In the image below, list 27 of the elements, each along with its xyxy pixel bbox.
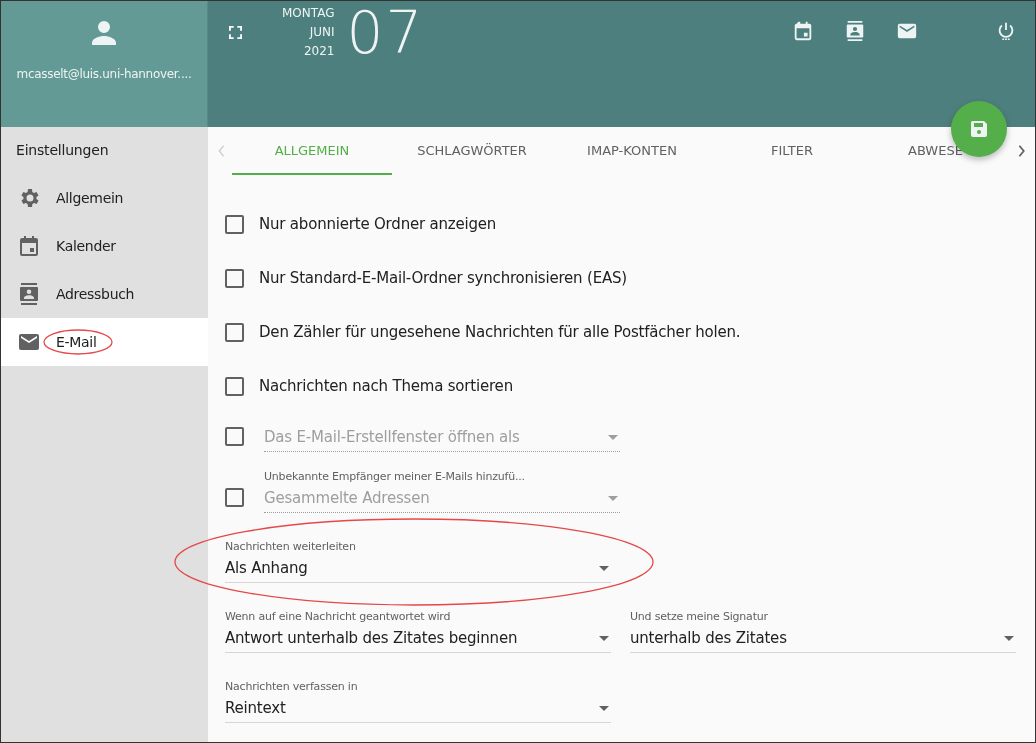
month: JUNI xyxy=(309,24,335,41)
sidebar-item[interactable]: Adressbuch xyxy=(1,270,208,318)
sidebar-title: Einstellungen xyxy=(15,141,110,160)
field-label: Unbekannte Empfänger meiner E-Mails hinzufü... xyxy=(264,470,526,483)
field-label: Nachrichten weiterleiten xyxy=(225,540,357,553)
select-field[interactable]: Reintext xyxy=(225,699,611,723)
field-label: Wenn auf eine Nachricht geantwortet wird xyxy=(225,610,452,623)
tab[interactable]: IMAP-KONTEN xyxy=(552,127,712,175)
account-email: mcasselt@luis.uni-hannover.... xyxy=(16,67,192,81)
field-label: Nachrichten verfassen in xyxy=(225,680,359,693)
sidebar-item[interactable]: E-Mail xyxy=(1,318,208,366)
checkbox-label: Nur abonnierte Ordner anzeigen xyxy=(259,215,497,233)
day-number: 07 xyxy=(346,3,425,63)
tab[interactable]: FILTER xyxy=(712,127,872,175)
sidebar-item[interactable]: Kalender xyxy=(1,222,208,270)
tab[interactable]: SCHLAGWÖRTER xyxy=(392,127,552,175)
field-label: Und setze meine Signatur xyxy=(630,610,769,623)
tab[interactable]: ABWESE xyxy=(872,127,1032,175)
checkbox-label: Nur Standard-E-Mail-Ordner synchronisieren (EAS) xyxy=(259,269,627,287)
checkbox-label: Nachrichten nach Thema sortieren xyxy=(259,377,513,395)
select-field[interactable]: Antwort unterhalb des Zitates beginnen xyxy=(225,629,611,653)
select-field[interactable]: unterhalb des Zitates xyxy=(630,629,1016,653)
checkbox-label: Den Zähler für ungesehene Nachrichten für alle Postfächer holen. xyxy=(259,323,741,341)
year: 2021 xyxy=(303,43,335,60)
sidebar-item[interactable]: Allgemein xyxy=(1,174,208,222)
select-field[interactable]: Als Anhang xyxy=(225,559,611,583)
weekday: MONTAG xyxy=(282,5,335,22)
